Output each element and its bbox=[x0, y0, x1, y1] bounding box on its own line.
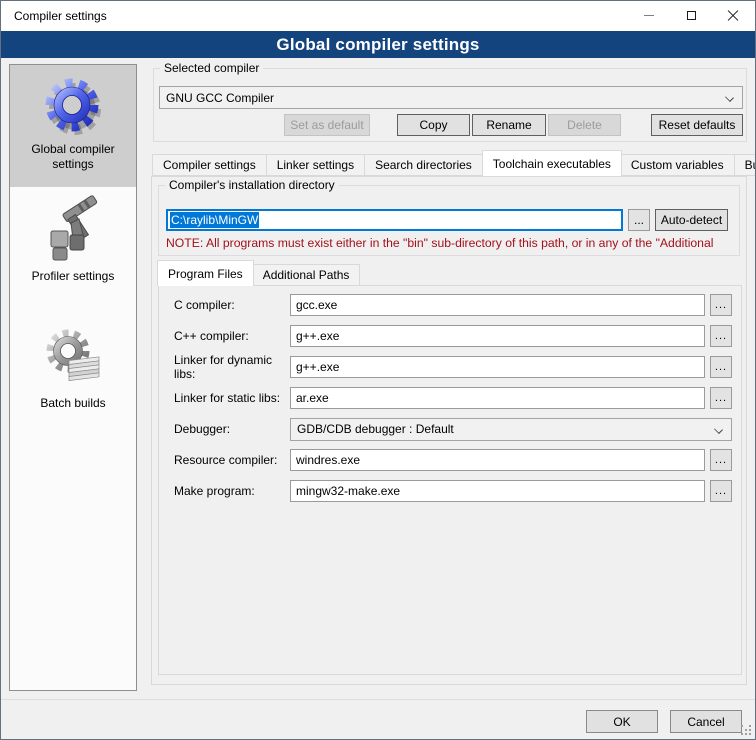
compiler-select-value: GNU GCC Compiler bbox=[166, 91, 274, 105]
toolchain-executables-page: Compiler's installation directory C:\ray… bbox=[151, 176, 747, 685]
c-compiler-input[interactable]: gcc.exe bbox=[290, 294, 705, 316]
field-label: Resource compiler: bbox=[174, 453, 290, 467]
tab-search-directories[interactable]: Search directories bbox=[365, 154, 483, 176]
field-value: ar.exe bbox=[296, 391, 329, 405]
auto-detect-button[interactable]: Auto-detect bbox=[655, 209, 728, 231]
ok-button[interactable]: OK bbox=[586, 710, 658, 733]
field-value: g++.exe bbox=[296, 360, 339, 374]
dialog-banner: Global compiler settings bbox=[1, 31, 755, 58]
browse-dynamic-linker-button[interactable]: ... bbox=[710, 356, 732, 378]
browse-static-linker-button[interactable]: ... bbox=[710, 387, 732, 409]
debugger-select-value: GDB/CDB debugger : Default bbox=[297, 422, 454, 436]
browse-resource-compiler-button[interactable]: ... bbox=[710, 449, 732, 471]
reset-defaults-button[interactable]: Reset defaults bbox=[651, 114, 743, 136]
field-label: Linker for dynamic libs: bbox=[174, 353, 290, 381]
compiler-select[interactable]: GNU GCC Compiler bbox=[159, 86, 743, 109]
sidebar-item-label: Profiler settings bbox=[10, 269, 136, 284]
toolchain-form: C compiler: gcc.exe ... C++ compiler: g+… bbox=[159, 286, 741, 502]
window-title: Compiler settings bbox=[14, 9, 107, 23]
close-icon bbox=[727, 10, 739, 22]
tab-compiler-settings[interactable]: Compiler settings bbox=[152, 154, 267, 176]
field-label: Make program: bbox=[174, 484, 290, 498]
sidebar-item-global-compiler-settings[interactable]: Global compiler settings bbox=[10, 65, 136, 187]
chevron-down-icon bbox=[714, 425, 723, 434]
make-program-input[interactable]: mingw32-make.exe bbox=[290, 480, 705, 502]
caliper-icon bbox=[41, 195, 105, 265]
note-text: NOTE: All programs must exist either in … bbox=[166, 236, 733, 250]
static-linker-input[interactable]: ar.exe bbox=[290, 387, 705, 409]
tab-build-options[interactable]: Build options bbox=[735, 154, 756, 176]
group-label: Compiler's installation directory bbox=[165, 178, 339, 192]
form-row-dynamic-linker: Linker for dynamic libs: g++.exe ... bbox=[174, 356, 741, 378]
installation-directory-group: Compiler's installation directory C:\ray… bbox=[158, 185, 740, 256]
dynamic-linker-input[interactable]: g++.exe bbox=[290, 356, 705, 378]
chevron-down-icon bbox=[725, 93, 734, 102]
browse-make-program-button[interactable]: ... bbox=[710, 480, 732, 502]
sidebar-item-batch-builds[interactable]: Batch builds bbox=[10, 324, 136, 411]
field-label: Linker for static libs: bbox=[174, 391, 290, 405]
sidebar-item-profiler-settings[interactable]: Profiler settings bbox=[10, 195, 136, 284]
program-files-page: C compiler: gcc.exe ... C++ compiler: g+… bbox=[158, 285, 742, 675]
delete-button: Delete bbox=[548, 114, 621, 136]
form-row-c-compiler: C compiler: gcc.exe ... bbox=[174, 294, 741, 316]
maximize-icon bbox=[687, 11, 696, 20]
tab-custom-variables[interactable]: Custom variables bbox=[621, 154, 735, 176]
form-row-static-linker: Linker for static libs: ar.exe ... bbox=[174, 387, 741, 409]
resource-compiler-input[interactable]: windres.exe bbox=[290, 449, 705, 471]
field-value: windres.exe bbox=[296, 453, 360, 467]
selected-compiler-group: Selected compiler GNU GCC Compiler Set a… bbox=[153, 68, 747, 142]
footer-divider bbox=[1, 699, 755, 701]
group-label: Selected compiler bbox=[160, 61, 263, 75]
rename-button[interactable]: Rename bbox=[472, 114, 546, 136]
sidebar-item-label: Global compiler settings bbox=[10, 142, 136, 172]
form-row-cpp-compiler: C++ compiler: g++.exe ... bbox=[174, 325, 741, 347]
field-value: g++.exe bbox=[296, 329, 339, 343]
browse-directory-button[interactable]: ... bbox=[628, 209, 650, 231]
form-row-resource-compiler: Resource compiler: windres.exe ... bbox=[174, 449, 741, 471]
selected-path-text: C:\raylib\MinGW bbox=[170, 212, 259, 228]
close-button[interactable] bbox=[712, 1, 754, 30]
program-files-tabstrip: Program Files Additional Paths bbox=[158, 261, 360, 286]
tab-additional-paths[interactable]: Additional Paths bbox=[253, 264, 361, 286]
minimize-button[interactable] bbox=[628, 1, 670, 30]
cpp-compiler-input[interactable]: g++.exe bbox=[290, 325, 705, 347]
tab-linker-settings[interactable]: Linker settings bbox=[267, 154, 365, 176]
tab-program-files[interactable]: Program Files bbox=[157, 260, 254, 286]
cancel-button[interactable]: Cancel bbox=[670, 710, 742, 733]
field-value: gcc.exe bbox=[296, 298, 337, 312]
debugger-select[interactable]: GDB/CDB debugger : Default bbox=[290, 418, 732, 441]
maximize-button[interactable] bbox=[670, 1, 712, 30]
form-row-make-program: Make program: mingw32-make.exe ... bbox=[174, 480, 741, 502]
browse-cpp-compiler-button[interactable]: ... bbox=[710, 325, 732, 347]
main-tabstrip: Compiler settings Linker settings Search… bbox=[152, 151, 756, 176]
sidebar-item-label: Batch builds bbox=[10, 396, 136, 411]
form-row-debugger: Debugger: GDB/CDB debugger : Default bbox=[174, 418, 741, 440]
tab-toolchain-executables[interactable]: Toolchain executables bbox=[482, 150, 622, 176]
resize-grip-icon[interactable] bbox=[741, 725, 751, 735]
browse-c-compiler-button[interactable]: ... bbox=[710, 294, 732, 316]
minimize-icon bbox=[644, 15, 654, 16]
settings-category-list: Global compiler settings Profiler settin… bbox=[9, 64, 137, 691]
caption-buttons bbox=[628, 1, 754, 30]
blue-gear-icon bbox=[41, 74, 105, 138]
copy-button[interactable]: Copy bbox=[397, 114, 470, 136]
field-label: C compiler: bbox=[174, 298, 290, 312]
title-bar: Compiler settings bbox=[1, 1, 755, 31]
page-title: Global compiler settings bbox=[276, 35, 479, 55]
set-as-default-button: Set as default bbox=[284, 114, 370, 136]
installation-directory-input[interactable]: C:\raylib\MinGW bbox=[166, 209, 623, 231]
compiler-settings-dialog: Compiler settings Global compiler settin… bbox=[0, 0, 756, 740]
gray-gear-stack-icon bbox=[41, 324, 105, 392]
field-label: Debugger: bbox=[174, 422, 290, 436]
field-label: C++ compiler: bbox=[174, 329, 290, 343]
field-value: mingw32-make.exe bbox=[296, 484, 400, 498]
